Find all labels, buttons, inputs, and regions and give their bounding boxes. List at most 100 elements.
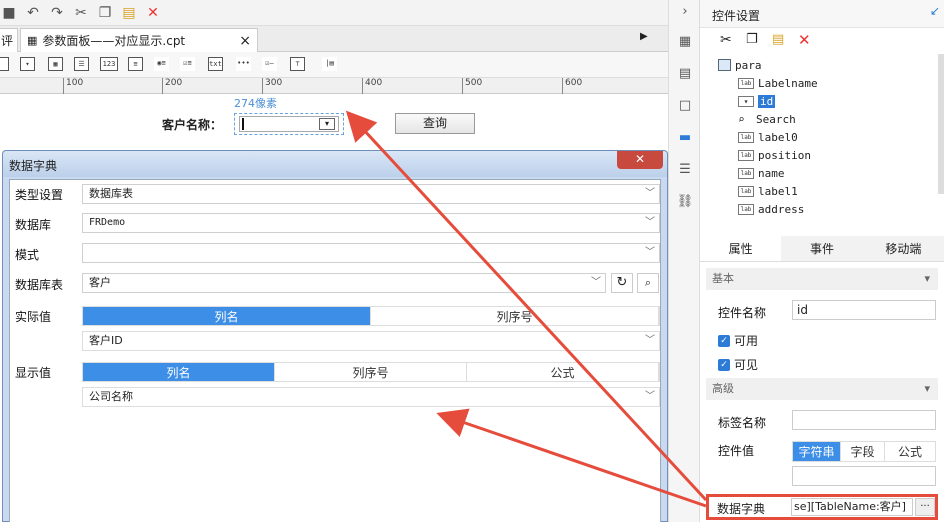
link-icon[interactable]: ⛓ [676,194,694,212]
widget-combo-icon[interactable]: ▾ [20,57,35,71]
paste-icon[interactable]: ▤ [120,4,138,22]
ruler-tick: 500 [462,78,482,94]
widget-more-icon[interactable]: |▤ [322,57,337,71]
tab-partial[interactable]: 评 [0,28,18,52]
widget-textarea-icon[interactable]: ≡ [128,57,143,71]
tab-mobile[interactable]: 移动端 [863,236,944,261]
id-combo-widget[interactable]: ▾ [239,116,339,132]
chevron-right-icon[interactable]: › [676,4,694,22]
actual-tab-column-index[interactable]: 列序号 [371,307,659,325]
widget-checkbox-icon[interactable]: ☑≡ [180,57,195,71]
tree-node-name[interactable]: lab name [738,164,785,182]
enabled-checkbox[interactable]: ✓ 可用 [718,332,758,349]
tab-active-file[interactable]: ▦ 参数面板——对应显示.cpt × [20,28,258,52]
widget-value-input[interactable] [792,466,936,486]
table-combo[interactable]: 客户 ﹀ [82,273,606,293]
widget-toolbar: ▾ ▦ ☰ 123 ≡ ◉≡ ☑≡ txt ••• ☑— ⊤ |▤ [0,52,668,78]
paste-icon[interactable]: ▤ [772,32,784,47]
data-dictionary-input[interactable]: se][TableName:客户] [791,498,913,516]
data-dictionary-row: 数据字典 se][TableName:客户] ··· [706,494,938,520]
widget-name-label: 控件名称 [718,306,767,320]
display-tab-formula[interactable]: 公式 [467,363,659,381]
widget-lib-icon[interactable]: ▤ [676,66,694,84]
advanced-section-label: 高级 [712,382,734,395]
tree-node-label1[interactable]: lab label1 [738,182,798,200]
tree-node-search[interactable]: ⌕ Search [738,110,796,128]
widget-password-icon[interactable]: ••• [236,57,251,71]
widget-textbox-icon[interactable] [0,57,9,71]
condition-icon[interactable]: ☰ [676,162,694,180]
value-tab-formula[interactable]: 公式 [885,442,935,461]
dialog-title-bar[interactable]: 数据字典 ✕ [3,151,667,177]
tag-name-input[interactable] [792,410,936,430]
display-tab-column-name[interactable]: 列名 [83,363,275,381]
border-icon[interactable]: □ [676,98,694,116]
tree-scrollbar[interactable] [938,54,944,194]
actual-tab-column-name[interactable]: 列名 [83,307,371,325]
redo-icon[interactable]: ↷ [48,4,66,22]
display-value-combo[interactable]: 公司名称 ﹀ [82,387,660,407]
tab-events[interactable]: 事件 [781,236,862,261]
tree-toolbar: ✂ ❐ ▤ ✕ [700,28,944,54]
designer-pane: ■ ↶ ↷ ✂ ❐ ▤ ✕ 评 ▦ 参数面板——对应显示.cpt × ▶ ▾ ▦… [0,0,668,522]
actual-value-combo[interactable]: 客户ID ﹀ [82,331,660,351]
basic-section-header[interactable]: 基本 ▾ [706,268,938,290]
database-combo[interactable]: FRDemo ﹀ [82,213,660,233]
save-icon[interactable]: ■ [0,4,18,22]
data-dictionary-more-button[interactable]: ··· [915,498,935,516]
display-tab-column-index[interactable]: 列序号 [275,363,467,381]
collapse-icon[interactable]: ↙ [930,4,940,18]
visible-checkbox[interactable]: ✓ 可见 [718,356,758,373]
widget-settings-icon[interactable]: ▬ [676,130,694,148]
property-tabs: 属性 事件 移动端 [700,236,944,262]
combo-dropdown-icon[interactable]: ▾ [319,118,335,130]
database-label: 数据库 [15,218,52,232]
tab-properties[interactable]: 属性 [700,236,782,261]
copy-icon[interactable]: ❐ [746,32,758,47]
tree-node-id[interactable]: ▾ id [738,92,776,110]
copy-icon[interactable]: ❐ [96,4,114,22]
undo-icon[interactable]: ↶ [24,4,42,22]
tree-node-position[interactable]: lab position [738,146,811,164]
tab-close-icon[interactable]: × [239,33,251,49]
type-setting-combo[interactable]: 数据库表 ﹀ [82,184,660,204]
tree-node-label: address [758,202,805,216]
layout-icon[interactable]: ▦ [676,34,694,52]
advanced-section-header[interactable]: 高级 ▾ [706,378,938,400]
tab-pin-icon[interactable]: ▶ [640,31,648,42]
widget-tree-icon[interactable]: ⊤ [290,57,305,71]
combo-selection-frame[interactable]: ▾ [234,113,344,135]
tree-node-labelname[interactable]: lab Labelname [738,74,818,92]
refresh-icon[interactable]: ↻ [611,273,633,293]
tab-active-label: 参数面板——对应显示.cpt [42,34,186,48]
combo-icon: ▾ [738,95,754,107]
widget-number-icon[interactable]: 123 [100,57,118,71]
tree-node-label: label0 [758,130,798,144]
value-tab-field[interactable]: 字段 [841,442,885,461]
tree-node-label: position [758,148,811,162]
widget-radio-icon[interactable]: ◉≡ [154,57,169,71]
tree-node-para[interactable]: para [718,56,762,74]
dialog-close-button[interactable]: ✕ [617,151,663,169]
type-setting-value: 数据库表 [89,187,133,200]
main-toolbar: ■ ↶ ↷ ✂ ❐ ▤ ✕ [0,0,668,26]
search-icon: ⌕ [738,112,745,126]
widget-check-icon[interactable]: ☑— [262,57,277,71]
delete-icon[interactable]: ✕ [798,31,811,49]
widget-list-icon[interactable]: ☰ [74,57,89,71]
delete-icon[interactable]: ✕ [144,4,162,22]
table-value: 客户 [89,276,111,289]
cut-icon[interactable]: ✂ [72,4,90,22]
table-label: 数据库表 [15,278,64,292]
chevron-down-icon: ▾ [924,272,930,285]
widget-name-input[interactable]: id [792,300,936,320]
mode-combo[interactable]: ﹀ [82,243,660,263]
preview-icon[interactable]: ⌕ [637,273,659,293]
tree-node-label0[interactable]: lab label0 [738,128,798,146]
widget-date-icon[interactable]: ▦ [48,57,63,71]
widget-label-icon[interactable]: txt [208,57,223,71]
cut-icon[interactable]: ✂ [720,32,732,48]
query-button[interactable]: 查询 [395,113,475,134]
value-tab-string[interactable]: 字符串 [793,442,841,461]
tree-node-address[interactable]: lab address [738,200,804,218]
